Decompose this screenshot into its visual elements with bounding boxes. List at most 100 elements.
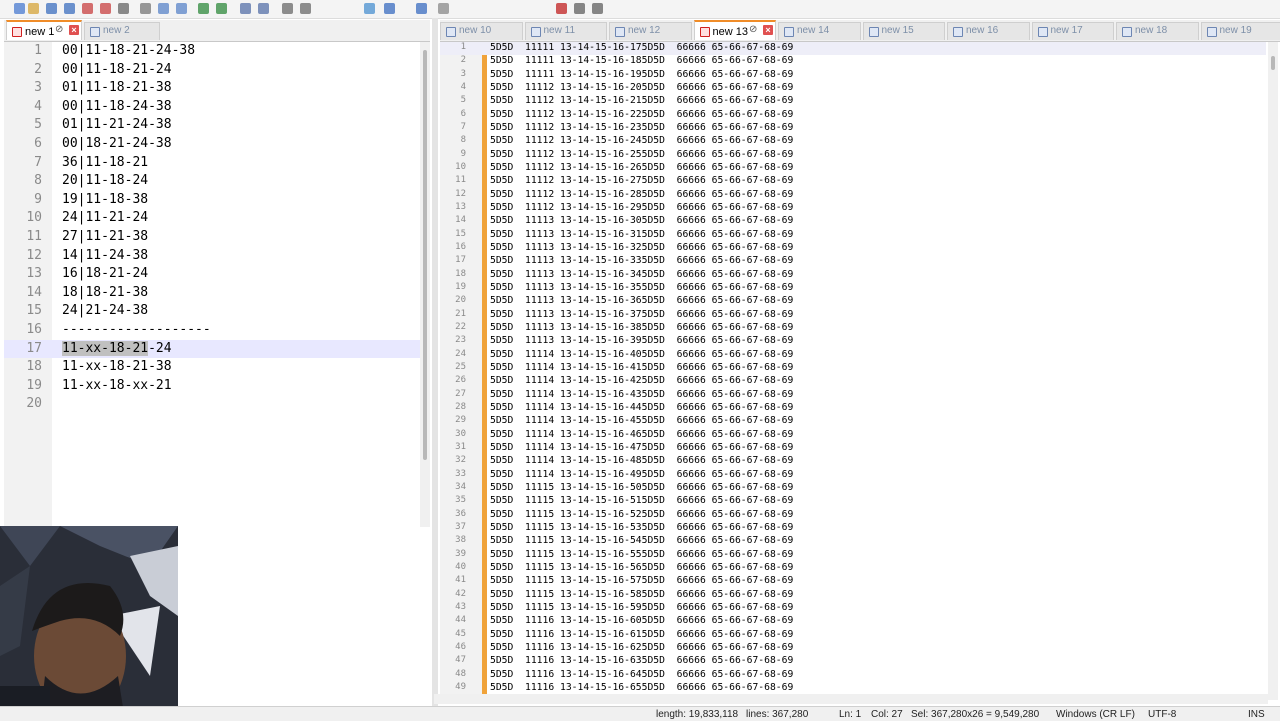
editor-line[interactable]: 25D5D 11111 13-14-15-16-185D5D 66666 65-… [440, 55, 1266, 68]
editor-line[interactable]: 165D5D 11113 13-14-15-16-325D5D 66666 65… [440, 242, 1266, 255]
editor-line[interactable]: 345D5D 11115 13-14-15-16-505D5D 66666 65… [440, 482, 1266, 495]
save-icon[interactable] [46, 3, 57, 14]
editor-line[interactable]: 400|11-18-24-38 [4, 98, 420, 117]
right-horizontal-scrollbar[interactable] [434, 694, 1268, 704]
editor-line[interactable]: 1811-xx-18-21-38 [4, 358, 420, 377]
editor-line[interactable]: 1024|11-21-24 [4, 209, 420, 228]
tab-new-10[interactable]: new 10 [440, 22, 523, 40]
editor-line[interactable]: 475D5D 11116 13-14-15-16-635D5D 66666 65… [440, 655, 1266, 668]
editor-line[interactable]: 195D5D 11113 13-14-15-16-355D5D 66666 65… [440, 282, 1266, 295]
editor-line[interactable]: 105D5D 11112 13-14-15-16-265D5D 66666 65… [440, 162, 1266, 175]
editor-line[interactable]: 1316|18-21-24 [4, 265, 420, 284]
editor-line[interactable]: 1711-xx-18-21-24 [4, 340, 420, 359]
editor-line[interactable]: 1214|11-24-38 [4, 247, 420, 266]
undo-icon[interactable] [198, 3, 209, 14]
editor-line[interactable]: 45D5D 11112 13-14-15-16-205D5D 66666 65-… [440, 82, 1266, 95]
editor-line[interactable]: 100|11-18-21-24-38 [4, 42, 420, 61]
editor-line[interactable]: 455D5D 11116 13-14-15-16-615D5D 66666 65… [440, 629, 1266, 642]
macro-play-icon[interactable] [592, 3, 603, 14]
tab-new-16[interactable]: new 16 [947, 22, 1030, 40]
right-editor[interactable]: 15D5D 11111 13-14-15-16-175D5D 66666 65-… [440, 42, 1266, 700]
scrollbar-thumb[interactable] [1271, 56, 1275, 70]
new-file-icon[interactable] [14, 3, 25, 14]
editor-line[interactable]: 245D5D 11114 13-14-15-16-405D5D 66666 65… [440, 349, 1266, 362]
editor-line[interactable]: 115D5D 11112 13-14-15-16-275D5D 66666 65… [440, 175, 1266, 188]
editor-line[interactable]: 1418|18-21-38 [4, 284, 420, 303]
status-column[interactable]: Col: 27 [871, 709, 903, 720]
editor-line[interactable]: 295D5D 11114 13-14-15-16-455D5D 66666 65… [440, 415, 1266, 428]
editor-line[interactable]: 265D5D 11114 13-14-15-16-425D5D 66666 65… [440, 375, 1266, 388]
open-file-icon[interactable] [28, 3, 39, 14]
tab-new-19[interactable]: new 19 [1201, 22, 1280, 40]
editor-line[interactable]: 255D5D 11114 13-14-15-16-415D5D 66666 65… [440, 362, 1266, 375]
editor-line[interactable]: 425D5D 11115 13-14-15-16-585D5D 66666 65… [440, 589, 1266, 602]
editor-line[interactable]: 35D5D 11111 13-14-15-16-195D5D 66666 65-… [440, 69, 1266, 82]
status-line-number[interactable]: Ln: 1 [839, 709, 861, 720]
editor-line[interactable]: 485D5D 11116 13-14-15-16-645D5D 66666 65… [440, 669, 1266, 682]
editor-line[interactable]: 301|11-18-21-38 [4, 79, 420, 98]
status-encoding[interactable]: UTF-8 [1148, 709, 1176, 720]
editor-line[interactable]: 285D5D 11114 13-14-15-16-445D5D 66666 65… [440, 402, 1266, 415]
tab-new-18[interactable]: new 18 [1116, 22, 1199, 40]
editor-line[interactable]: 305D5D 11114 13-14-15-16-465D5D 66666 65… [440, 429, 1266, 442]
editor-line[interactable]: 335D5D 11114 13-14-15-16-495D5D 66666 65… [440, 469, 1266, 482]
editor-line[interactable]: 355D5D 11115 13-14-15-16-515D5D 66666 65… [440, 495, 1266, 508]
pin-icon[interactable]: ⊘ [749, 25, 759, 35]
editor-line[interactable]: 225D5D 11113 13-14-15-16-385D5D 66666 65… [440, 322, 1266, 335]
editor-line[interactable]: 95D5D 11112 13-14-15-16-255D5D 66666 65-… [440, 149, 1266, 162]
editor-line[interactable]: 405D5D 11115 13-14-15-16-565D5D 66666 65… [440, 562, 1266, 575]
tab-new-13[interactable]: new 13⊘× [694, 20, 777, 40]
zoom-out-icon[interactable] [300, 3, 311, 14]
editor-line[interactable]: 445D5D 11116 13-14-15-16-605D5D 66666 65… [440, 615, 1266, 628]
editor-line[interactable]: 315D5D 11114 13-14-15-16-475D5D 66666 65… [440, 442, 1266, 455]
scrollbar-thumb[interactable] [423, 50, 427, 460]
tab-new-12[interactable]: new 12 [609, 22, 692, 40]
editor-line[interactable]: 1127|11-21-38 [4, 228, 420, 247]
tab-new-14[interactable]: new 14 [778, 22, 861, 40]
editor-line[interactable]: 435D5D 11115 13-14-15-16-595D5D 66666 65… [440, 602, 1266, 615]
editor-line[interactable]: 200|11-18-21-24 [4, 61, 420, 80]
tab-new-11[interactable]: new 11 [525, 22, 608, 40]
editor-line[interactable]: 365D5D 11115 13-14-15-16-525D5D 66666 65… [440, 509, 1266, 522]
status-selection[interactable]: Sel: 367,280x26 = 9,549,280 [911, 709, 1039, 720]
status-eol-format[interactable]: Windows (CR LF) [1056, 709, 1135, 720]
editor-line[interactable]: 275D5D 11114 13-14-15-16-435D5D 66666 65… [440, 389, 1266, 402]
editor-line[interactable]: 415D5D 11115 13-14-15-16-575D5D 66666 65… [440, 575, 1266, 588]
editor-line[interactable]: 600|18-21-24-38 [4, 135, 420, 154]
indent-guide-icon[interactable] [438, 3, 449, 14]
editor-line[interactable]: 135D5D 11112 13-14-15-16-295D5D 66666 65… [440, 202, 1266, 215]
editor-line[interactable]: 385D5D 11115 13-14-15-16-545D5D 66666 65… [440, 535, 1266, 548]
editor-line[interactable]: 145D5D 11113 13-14-15-16-305D5D 66666 65… [440, 215, 1266, 228]
paste-icon[interactable] [176, 3, 187, 14]
editor-line[interactable]: 1524|21-24-38 [4, 302, 420, 321]
editor-line[interactable]: 1911-xx-18-xx-21 [4, 377, 420, 396]
replace-icon[interactable] [258, 3, 269, 14]
editor-line[interactable]: 215D5D 11113 13-14-15-16-375D5D 66666 65… [440, 309, 1266, 322]
editor-line[interactable]: 16------------------- [4, 321, 420, 340]
editor-line[interactable]: 85D5D 11112 13-14-15-16-245D5D 66666 65-… [440, 135, 1266, 148]
close-icon[interactable] [82, 3, 93, 14]
tab-new-15[interactable]: new 15 [863, 22, 946, 40]
editor-line[interactable]: 235D5D 11113 13-14-15-16-395D5D 66666 65… [440, 335, 1266, 348]
left-vertical-scrollbar[interactable] [420, 42, 430, 527]
macro-record-icon[interactable] [556, 3, 567, 14]
editor-line[interactable]: 205D5D 11113 13-14-15-16-365D5D 66666 65… [440, 295, 1266, 308]
editor-line[interactable]: 75D5D 11112 13-14-15-16-235D5D 66666 65-… [440, 122, 1266, 135]
tab-new-1[interactable]: new 1⊘× [6, 20, 82, 40]
editor-line[interactable]: 736|11-18-21 [4, 154, 420, 173]
editor-line[interactable]: 155D5D 11113 13-14-15-16-315D5D 66666 65… [440, 229, 1266, 242]
view-splitter[interactable] [432, 18, 438, 708]
tab-new-2[interactable]: new 2 [84, 22, 160, 40]
find-icon[interactable] [240, 3, 251, 14]
pin-icon[interactable]: ⊘ [55, 25, 65, 35]
word-wrap-icon[interactable] [384, 3, 395, 14]
editor-line[interactable]: 395D5D 11115 13-14-15-16-555D5D 66666 65… [440, 549, 1266, 562]
editor-line[interactable]: 375D5D 11115 13-14-15-16-535D5D 66666 65… [440, 522, 1266, 535]
status-insert-mode[interactable]: INS [1248, 709, 1265, 720]
sync-scroll-icon[interactable] [364, 3, 375, 14]
macro-stop-icon[interactable] [574, 3, 585, 14]
editor-line[interactable]: 15D5D 11111 13-14-15-16-175D5D 66666 65-… [440, 42, 1266, 55]
editor-line[interactable]: 185D5D 11113 13-14-15-16-345D5D 66666 65… [440, 269, 1266, 282]
close-tab-icon[interactable]: × [763, 25, 773, 35]
editor-line[interactable]: 125D5D 11112 13-14-15-16-285D5D 66666 65… [440, 189, 1266, 202]
